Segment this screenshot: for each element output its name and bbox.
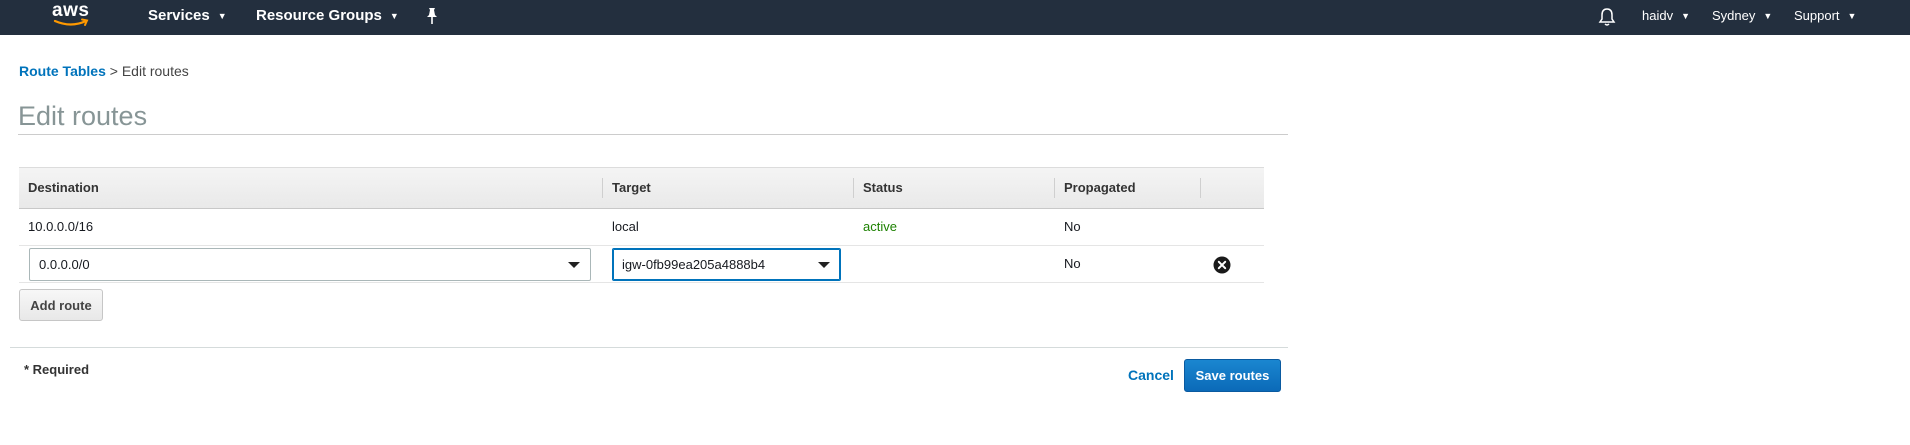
- chevron-down-icon: ▼: [217, 11, 227, 21]
- routes-table: Destination Target Status Propagated 10.…: [19, 167, 1264, 283]
- chevron-down-icon: ▼: [1847, 11, 1857, 21]
- chevron-down-icon: ▼: [1763, 11, 1773, 21]
- save-routes-button[interactable]: Save routes: [1184, 359, 1281, 392]
- breadcrumb: Route Tables > Edit routes: [19, 63, 189, 79]
- route-target: local: [612, 219, 639, 234]
- bell-icon[interactable]: [1598, 7, 1616, 27]
- pin-icon[interactable]: [424, 6, 440, 26]
- destination-value: 0.0.0.0/0: [39, 257, 90, 272]
- table-row: 10.0.0.0/16 local active No: [19, 209, 1264, 246]
- target-value: igw-0fb99ea205a4888b4: [622, 257, 766, 272]
- title-divider: [18, 134, 1288, 135]
- breadcrumb-separator: >: [109, 63, 118, 79]
- account-menu[interactable]: haidv ▼: [1642, 0, 1690, 35]
- column-header-status: Status: [863, 180, 903, 195]
- chevron-down-icon: ▼: [1681, 11, 1690, 21]
- column-header-target: Target: [612, 180, 651, 195]
- route-destination: 10.0.0.0/16: [28, 219, 94, 234]
- breadcrumb-route-tables-link[interactable]: Route Tables: [19, 63, 106, 79]
- target-select[interactable]: igw-0fb99ea205a4888b4: [612, 248, 841, 281]
- footer-divider: [10, 347, 1288, 348]
- services-menu[interactable]: Services ▼: [148, 0, 227, 35]
- region-menu[interactable]: Sydney ▼: [1712, 0, 1772, 35]
- support-label: Support: [1794, 8, 1840, 23]
- column-header-propagated: Propagated: [1064, 180, 1136, 195]
- remove-circle-icon[interactable]: [1213, 256, 1231, 274]
- cancel-link[interactable]: Cancel: [1128, 367, 1174, 383]
- services-label: Services: [148, 7, 210, 24]
- column-divider: [1200, 178, 1201, 198]
- table-row: 0.0.0.0/0 igw-0fb99ea205a4888b4 No: [19, 246, 1264, 283]
- top-navigation-bar: aws Services ▼ Resource Groups ▼ haidv ▼ Sy…: [0, 0, 1910, 35]
- resource-groups-menu[interactable]: Resource Groups ▼: [256, 0, 399, 35]
- page-title: Edit routes: [18, 101, 148, 131]
- destination-select[interactable]: 0.0.0.0/0: [29, 248, 591, 281]
- route-propagated: No: [1064, 219, 1081, 234]
- account-label: haidv: [1642, 8, 1674, 23]
- aws-logo[interactable]: aws: [52, 0, 96, 35]
- table-header: Destination Target Status Propagated: [19, 167, 1264, 209]
- column-header-destination: Destination: [28, 180, 99, 195]
- chevron-down-icon: ▼: [389, 11, 399, 21]
- aws-smile-icon: [53, 18, 89, 26]
- route-propagated: No: [1064, 256, 1081, 271]
- resource-groups-label: Resource Groups: [256, 7, 382, 24]
- breadcrumb-current: Edit routes: [121, 63, 189, 79]
- add-route-button[interactable]: Add route: [19, 289, 103, 321]
- route-status: active: [863, 219, 897, 234]
- support-menu[interactable]: Support ▼: [1794, 0, 1856, 35]
- chevron-down-icon: [818, 262, 830, 268]
- required-note: * Required: [24, 362, 90, 377]
- chevron-down-icon: [568, 262, 580, 268]
- region-label: Sydney: [1712, 8, 1756, 23]
